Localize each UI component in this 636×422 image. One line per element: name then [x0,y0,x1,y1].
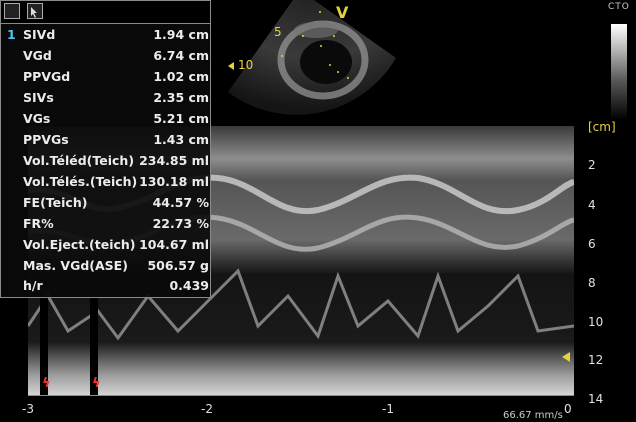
depth-label: 6 [588,237,596,251]
measurement-value: 104.67 ml [139,237,209,252]
measurement-row[interactable]: SIVs 2.35 cm [1,90,210,111]
measurement-row[interactable]: PPVGs 1.43 cm [1,132,210,153]
measurement-name: Vol.Eject.(teich) [23,237,136,252]
measurement-row[interactable]: VGs 5.21 cm [1,111,210,132]
panel-cursor-icon[interactable] [27,3,43,19]
measurement-name: SIVd [23,27,56,42]
depth-cursor-marker[interactable] [562,352,570,362]
sector-depth-tick-5: 5 [274,25,282,39]
measurement-name: VGs [23,111,51,126]
measurement-value: 6.74 cm [153,48,209,63]
measurement-row[interactable]: Vol.Télés.(Teich) 130.18 ml [1,174,210,195]
measurement-name: Vol.Télés.(Teich) [23,174,138,189]
measurement-value: 1.43 cm [153,132,209,147]
measurement-row[interactable]: FR% 22.73 % [1,216,210,237]
measurement-name: VGd [23,48,52,63]
measurement-row[interactable]: h/r 0.439 [1,278,210,299]
panel-header [1,1,210,24]
measurement-name: PPVGs [23,132,69,147]
time-label: -2 [201,402,213,416]
depth-label: 4 [588,198,596,212]
sweep-speed: 66.67 mm/s [503,410,563,421]
measurement-value: 1.94 cm [153,27,209,42]
time-label: -3 [22,402,34,416]
depth-axis-unit: [cm] [588,120,616,134]
measurement-value: 1.02 cm [153,69,209,84]
depth-label: 8 [588,276,596,290]
measurement-name: FE(Teich) [23,195,88,210]
measurement-name: FR% [23,216,54,231]
measurement-index: 1 [7,27,16,42]
measurement-value: 5.21 cm [153,111,209,126]
measurement-row[interactable]: FE(Teich) 44.57 % [1,195,210,216]
measurement-panel: 1 SIVd 1.94 cm VGd 6.74 cm PPVGd 1.02 cm… [0,0,211,298]
measurement-row[interactable]: Vol.Téléd(Teich) 234.85 ml [1,153,210,174]
panel-menu-button[interactable] [4,3,20,19]
ecg-r-wave-marker: ϟ [42,376,51,391]
sector-depth-tick-10: 10 [238,58,254,72]
cto-label: CTO [608,2,630,12]
measurement-row[interactable]: Vol.Eject.(teich) 104.67 ml [1,237,210,258]
measurement-value: 506.57 g [147,258,209,273]
measurement-row[interactable]: Mas. VGd(ASE) 506.57 g [1,258,210,279]
measurement-value: 130.18 ml [139,174,209,189]
measurement-row[interactable]: PPVGd 1.02 cm [1,69,210,90]
depth-label: 2 [588,158,596,172]
measurement-value: 22.73 % [152,216,209,231]
measurement-value: 2.35 cm [153,90,209,105]
measurement-name: PPVGd [23,69,71,84]
measurement-value: 44.57 % [152,195,209,210]
measurement-row[interactable]: VGd 6.74 cm [1,48,210,69]
measurement-value: 234.85 ml [139,153,209,168]
ecg-r-wave-marker: ϟ [92,376,101,391]
depth-label: 12 [588,353,604,367]
measurement-name: SIVs [23,90,54,105]
time-label: -1 [382,402,394,416]
measurement-name: Mas. VGd(ASE) [23,258,128,273]
depth-label: 10 [588,315,604,329]
sector-orientation-label: V [336,3,349,22]
depth-label: 14 [588,392,604,406]
ultrasound-screen: V 5 10 CTO ϟ ϟ [cm] 2 4 6 8 10 12 14 -3 … [0,0,636,422]
grayscale-bar [611,24,627,120]
measurement-value: 0.439 [169,278,209,293]
measurement-name: Vol.Téléd(Teich) [23,153,135,168]
time-label: 0 [564,402,572,416]
measurement-row[interactable]: 1 SIVd 1.94 cm [1,27,210,48]
measurement-name: h/r [23,278,43,293]
